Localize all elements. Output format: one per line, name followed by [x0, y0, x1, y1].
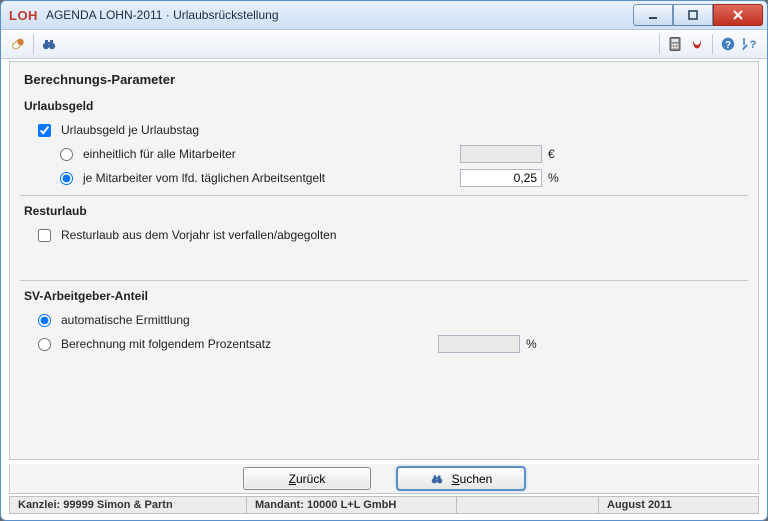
unit-percent-1: %	[548, 171, 568, 185]
window-title: AGENDA LOHN-2011 · Urlaubsrückstellung	[46, 8, 279, 22]
unit-euro: €	[548, 147, 568, 161]
button-bar: Zurück Suchen	[9, 464, 759, 494]
unit-percent-2: %	[526, 337, 546, 351]
radio-per-employee[interactable]	[60, 172, 73, 185]
checkbox-urlaubsgeld-per-day[interactable]	[38, 124, 51, 137]
binoculars-icon	[430, 472, 444, 486]
maximize-icon	[687, 9, 699, 21]
close-button[interactable]	[713, 4, 763, 26]
row-urlaubsgeld-per-day: Urlaubsgeld je Urlaubstag	[38, 119, 748, 141]
row-per-employee: je Mitarbeiter vom lfd. täglichen Arbeit…	[60, 167, 748, 189]
calculator-button[interactable]	[664, 33, 686, 55]
back-button[interactable]: Zurück	[243, 467, 371, 490]
app-window: LOH AGENDA LOHN-2011 · Urlaubsrückstellu…	[0, 0, 768, 521]
minimize-button[interactable]	[633, 4, 673, 26]
titlebar: LOH AGENDA LOHN-2011 · Urlaubsrückstellu…	[1, 1, 767, 30]
status-mandant: Mandant: 10000 L+L GmbH	[247, 496, 457, 514]
label-urlaubsgeld-per-day[interactable]: Urlaubsgeld je Urlaubstag	[61, 123, 199, 137]
help-icon: ?	[720, 36, 736, 52]
radio-sv-auto[interactable]	[38, 314, 51, 327]
minimize-icon	[647, 9, 659, 21]
label-sv-percent[interactable]: Berechnung mit folgendem Prozentsatz	[61, 337, 271, 351]
status-bar: Kanzlei: 99999 Simon & Partn Mandant: 10…	[9, 496, 759, 514]
section-title-sv: SV-Arbeitgeber-Anteil	[24, 289, 748, 303]
page-heading: Berechnungs-Parameter	[24, 72, 748, 87]
svg-text:?: ?	[750, 39, 757, 51]
section-title-resturlaub: Resturlaub	[24, 204, 748, 218]
section-title-urlaubsgeld: Urlaubsgeld	[24, 99, 748, 113]
label-resturlaub-expired[interactable]: Resturlaub aus dem Vorjahr ist verfallen…	[61, 228, 337, 242]
svg-text:?: ?	[725, 40, 731, 51]
close-icon	[732, 9, 744, 21]
context-help-icon: ?	[741, 36, 759, 52]
row-sv-auto: automatische Ermittlung	[38, 309, 748, 331]
toolbar-separator-help	[712, 34, 713, 54]
system-buttons	[633, 4, 763, 26]
status-kanzlei: Kanzlei: 99999 Simon & Partn	[9, 496, 247, 514]
calculator-icon	[667, 36, 683, 52]
context-help-button[interactable]: ?	[739, 33, 761, 55]
horseshoe-button[interactable]	[686, 33, 708, 55]
search-button-toolbar[interactable]	[38, 33, 60, 55]
binoculars-icon	[41, 36, 57, 52]
input-uniform-amount[interactable]	[460, 145, 542, 163]
separator-2	[20, 280, 748, 281]
horseshoe-icon	[689, 36, 705, 52]
input-sv-percent[interactable]	[438, 335, 520, 353]
toolbar-separator-right	[659, 34, 660, 54]
radio-uniform[interactable]	[60, 148, 73, 161]
status-spacer	[457, 496, 599, 514]
help-button[interactable]: ?	[717, 33, 739, 55]
label-uniform[interactable]: einheitlich für alle Mitarbeiter	[83, 147, 236, 161]
app-logo: LOH	[9, 8, 38, 23]
label-sv-auto[interactable]: automatische Ermittlung	[61, 313, 190, 327]
input-per-employee-percent[interactable]	[460, 169, 542, 187]
capsule-icon	[5, 31, 30, 56]
content-panel: Berechnungs-Parameter Urlaubsgeld Urlaub…	[9, 61, 759, 460]
search-button[interactable]: Suchen	[397, 467, 525, 490]
row-resturlaub-expired: Resturlaub aus dem Vorjahr ist verfallen…	[38, 224, 748, 246]
back-button-label: Zurück	[289, 472, 326, 486]
search-button-label: Suchen	[452, 472, 493, 486]
maximize-button[interactable]	[673, 4, 713, 26]
separator-1	[20, 195, 748, 196]
toolbar: ? ?	[1, 30, 767, 59]
row-uniform: einheitlich für alle Mitarbeiter €	[60, 143, 748, 165]
toolbar-separator	[33, 34, 34, 54]
checkbox-resturlaub-expired[interactable]	[38, 229, 51, 242]
status-period: August 2011	[599, 496, 759, 514]
radio-sv-percent[interactable]	[38, 338, 51, 351]
capsule-button[interactable]	[7, 33, 29, 55]
row-sv-percent: Berechnung mit folgendem Prozentsatz %	[38, 333, 748, 355]
label-per-employee[interactable]: je Mitarbeiter vom lfd. täglichen Arbeit…	[83, 171, 325, 185]
